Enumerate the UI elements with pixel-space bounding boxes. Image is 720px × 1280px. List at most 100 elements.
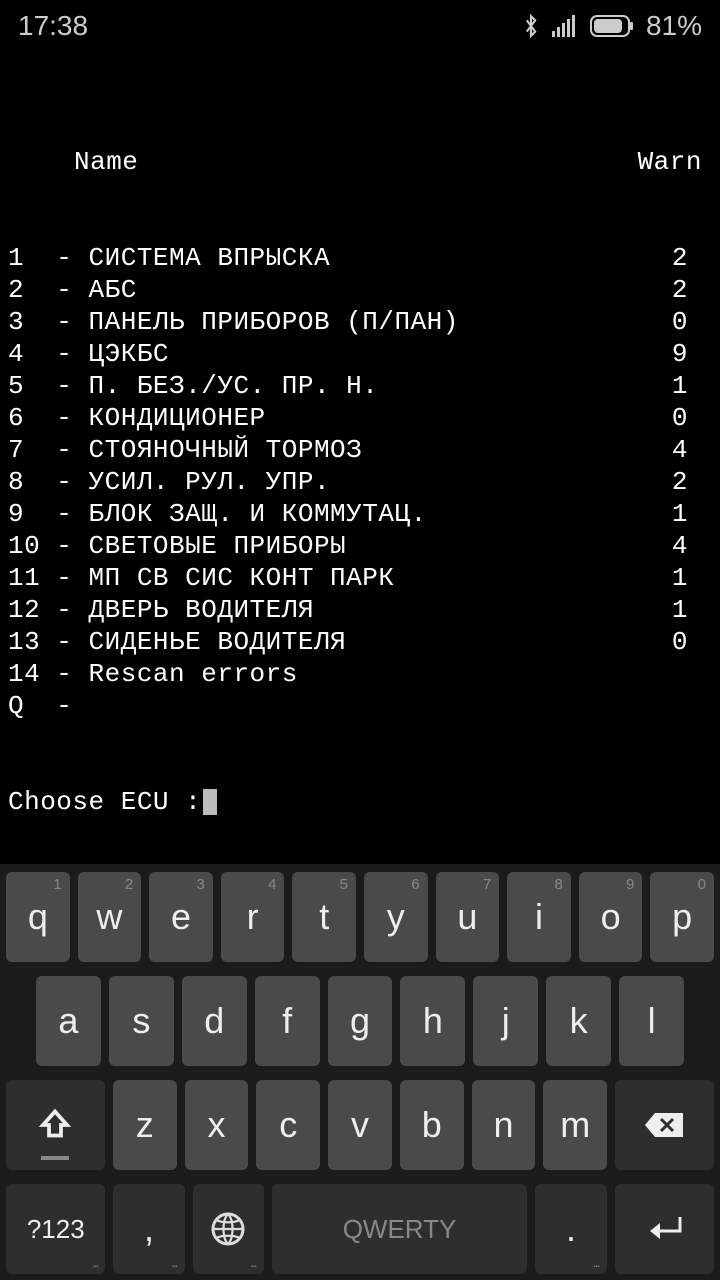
prompt-line[interactable]: Choose ECU : bbox=[8, 786, 712, 818]
row-index: 1 - bbox=[8, 242, 89, 274]
terminal-output[interactable]: Name Warn 1 - СИСТЕМА ВПРЫСКА22 - АБС23 … bbox=[0, 46, 720, 850]
symbols-key[interactable]: ?123 ... bbox=[6, 1184, 105, 1274]
row-name: ПАНЕЛЬ ПРИБОРОВ (П/ПАН) bbox=[89, 306, 672, 338]
row-warn: 1 bbox=[672, 498, 712, 530]
key-x[interactable]: x bbox=[185, 1080, 249, 1170]
row-index: Q - bbox=[8, 690, 89, 722]
row-index: 9 - bbox=[8, 498, 89, 530]
key-f[interactable]: f bbox=[255, 976, 320, 1066]
row-index: 2 - bbox=[8, 274, 89, 306]
key-l[interactable]: l bbox=[619, 976, 684, 1066]
terminal-row: Q - bbox=[8, 690, 712, 722]
row-name: АБС bbox=[89, 274, 672, 306]
terminal-row: 1 - СИСТЕМА ВПРЫСКА2 bbox=[8, 242, 712, 274]
row-index: 6 - bbox=[8, 402, 89, 434]
enter-key[interactable] bbox=[615, 1184, 714, 1274]
row-index: 13 - bbox=[8, 626, 89, 658]
row-name: СТОЯНОЧНЫЙ ТОРМОЗ bbox=[89, 434, 672, 466]
signal-icon bbox=[552, 15, 578, 37]
key-t[interactable]: t5 bbox=[292, 872, 356, 962]
key-a[interactable]: a bbox=[36, 976, 101, 1066]
key-i[interactable]: i8 bbox=[507, 872, 571, 962]
key-v[interactable]: v bbox=[328, 1080, 392, 1170]
key-h[interactable]: h bbox=[400, 976, 465, 1066]
row-warn: 1 bbox=[672, 594, 712, 626]
row-warn: 0 bbox=[672, 402, 712, 434]
terminal-row: 4 - ЦЭКБС9 bbox=[8, 338, 712, 370]
status-bar: 17:38 81% bbox=[0, 0, 720, 46]
row-warn bbox=[672, 690, 712, 722]
key-b[interactable]: b bbox=[400, 1080, 464, 1170]
key-q[interactable]: q1 bbox=[6, 872, 70, 962]
row-name: СВЕТОВЫЕ ПРИБОРЫ bbox=[89, 530, 672, 562]
prompt-text: Choose ECU : bbox=[8, 786, 201, 818]
key-m[interactable]: m bbox=[543, 1080, 607, 1170]
key-y[interactable]: y6 bbox=[364, 872, 428, 962]
terminal-row: 6 - КОНДИЦИОНЕР0 bbox=[8, 402, 712, 434]
row-index: 8 - bbox=[8, 466, 89, 498]
comma-key[interactable]: , ... bbox=[113, 1184, 184, 1274]
row-index: 3 - bbox=[8, 306, 89, 338]
key-z[interactable]: z bbox=[113, 1080, 177, 1170]
key-k[interactable]: k bbox=[546, 976, 611, 1066]
space-key[interactable]: QWERTY bbox=[272, 1184, 528, 1274]
key-o[interactable]: o9 bbox=[579, 872, 643, 962]
battery-percent: 81% bbox=[646, 10, 702, 42]
key-w[interactable]: w2 bbox=[78, 872, 142, 962]
row-index: 7 - bbox=[8, 434, 89, 466]
row-name: МП СВ СИС КОНТ ПАРК bbox=[89, 562, 672, 594]
row-warn bbox=[672, 658, 712, 690]
key-d[interactable]: d bbox=[182, 976, 247, 1066]
shift-key[interactable] bbox=[6, 1080, 105, 1170]
key-c[interactable]: c bbox=[256, 1080, 320, 1170]
terminal-row: 2 - АБС2 bbox=[8, 274, 712, 306]
language-key[interactable]: ... bbox=[193, 1184, 264, 1274]
key-s[interactable]: s bbox=[109, 976, 174, 1066]
terminal-row: 12 - ДВЕРЬ ВОДИТЕЛЯ1 bbox=[8, 594, 712, 626]
period-key[interactable]: . ... bbox=[535, 1184, 606, 1274]
key-p[interactable]: p0 bbox=[650, 872, 714, 962]
terminal-header: Name Warn bbox=[8, 146, 712, 178]
keyboard: q1w2e3r4t5y6u7i8o9p0 asdfghjkl zxcvbnm ?… bbox=[0, 864, 720, 1280]
row-name: КОНДИЦИОНЕР bbox=[89, 402, 672, 434]
row-warn: 2 bbox=[672, 466, 712, 498]
row-warn: 0 bbox=[672, 626, 712, 658]
status-right: 81% bbox=[522, 10, 702, 42]
status-time: 17:38 bbox=[18, 10, 88, 42]
row-warn: 1 bbox=[672, 562, 712, 594]
backspace-key[interactable] bbox=[615, 1080, 714, 1170]
row-index: 4 - bbox=[8, 338, 89, 370]
terminal-row: 13 - СИДЕНЬЕ ВОДИТЕЛЯ0 bbox=[8, 626, 712, 658]
row-name: Rescan errors bbox=[89, 658, 672, 690]
terminal-row: 9 - БЛОК ЗАЩ. И КОММУТАЦ.1 bbox=[8, 498, 712, 530]
bluetooth-icon bbox=[522, 12, 540, 40]
terminal-row: 10 - СВЕТОВЫЕ ПРИБОРЫ4 bbox=[8, 530, 712, 562]
header-warn: Warn bbox=[638, 146, 712, 178]
row-name: ДВЕРЬ ВОДИТЕЛЯ bbox=[89, 594, 672, 626]
key-r[interactable]: r4 bbox=[221, 872, 285, 962]
terminal-row: 7 - СТОЯНОЧНЫЙ ТОРМОЗ4 bbox=[8, 434, 712, 466]
row-name bbox=[89, 690, 672, 722]
terminal-row: 11 - МП СВ СИС КОНТ ПАРК1 bbox=[8, 562, 712, 594]
key-j[interactable]: j bbox=[473, 976, 538, 1066]
key-u[interactable]: u7 bbox=[436, 872, 500, 962]
battery-icon bbox=[590, 15, 634, 37]
key-n[interactable]: n bbox=[472, 1080, 536, 1170]
row-name: ЦЭКБС bbox=[89, 338, 672, 370]
row-warn: 4 bbox=[672, 530, 712, 562]
row-warn: 0 bbox=[672, 306, 712, 338]
terminal-row: 8 - УСИЛ. РУЛ. УПР.2 bbox=[8, 466, 712, 498]
row-index: 14 - bbox=[8, 658, 89, 690]
row-warn: 2 bbox=[672, 274, 712, 306]
key-g[interactable]: g bbox=[328, 976, 393, 1066]
row-name: СИСТЕМА ВПРЫСКА bbox=[89, 242, 672, 274]
row-index: 12 - bbox=[8, 594, 89, 626]
row-warn: 2 bbox=[672, 242, 712, 274]
row-warn: 4 bbox=[672, 434, 712, 466]
row-name: СИДЕНЬЕ ВОДИТЕЛЯ bbox=[89, 626, 672, 658]
key-e[interactable]: e3 bbox=[149, 872, 213, 962]
row-index: 10 - bbox=[8, 530, 89, 562]
row-name: УСИЛ. РУЛ. УПР. bbox=[89, 466, 672, 498]
row-warn: 1 bbox=[672, 370, 712, 402]
cursor bbox=[203, 789, 217, 815]
